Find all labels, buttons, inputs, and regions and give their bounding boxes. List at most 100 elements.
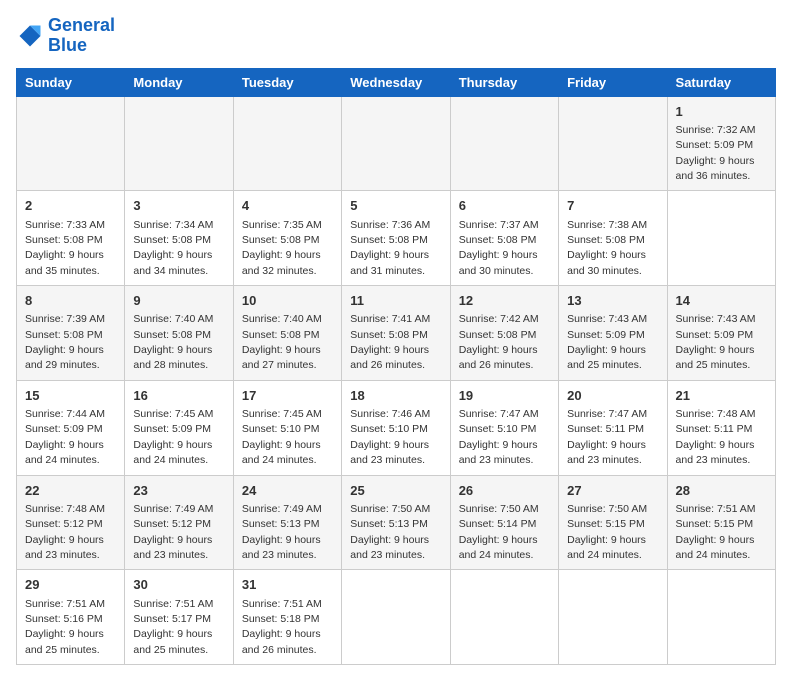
daylight-info: Daylight: 9 hours and 32 minutes. xyxy=(242,249,321,276)
sunrise-info: Sunrise: 7:46 AM xyxy=(350,408,430,420)
sunrise-info: Sunrise: 7:50 AM xyxy=(567,503,647,515)
sunrise-info: Sunrise: 7:44 AM xyxy=(25,408,105,420)
daylight-info: Daylight: 9 hours and 23 minutes. xyxy=(567,439,646,466)
sunset-info: Sunset: 5:08 PM xyxy=(350,329,428,341)
calendar-cell: 4Sunrise: 7:35 AMSunset: 5:08 PMDaylight… xyxy=(233,191,341,286)
daylight-info: Daylight: 9 hours and 24 minutes. xyxy=(25,439,104,466)
calendar-cell: 18 Sunrise: 7:46 AM Sunset: 5:10 PM Dayligh… xyxy=(342,380,450,475)
day-number: 12 xyxy=(459,292,550,310)
daylight-info: Daylight: 9 hours and 24 minutes. xyxy=(459,534,538,561)
daylight-info: Daylight: 9 hours and 25 minutes. xyxy=(25,628,104,655)
calendar-cell: 1Sunrise: 7:32 AMSunset: 5:09 PMDaylight… xyxy=(667,96,775,191)
sunset-info: Sunset: 5:13 PM xyxy=(350,518,428,530)
calendar-cell xyxy=(233,96,341,191)
logo-icon xyxy=(16,22,44,50)
calendar-cell: 19Sunrise: 7:47 AMSunset: 5:10 PMDayligh… xyxy=(450,380,558,475)
sunrise-info: Sunrise: 7:39 AM xyxy=(25,313,105,325)
day-number: 25 xyxy=(350,482,441,500)
sunrise-info: Sunrise: 7:34 AM xyxy=(133,219,213,231)
sunrise-info: Sunrise: 7:51 AM xyxy=(133,598,213,610)
daylight-info: Daylight: 9 hours and 23 minutes. xyxy=(350,439,429,466)
day-number: 15 xyxy=(25,387,116,405)
calendar-cell xyxy=(125,96,233,191)
sunset-info: Sunset: 5:09 PM xyxy=(25,423,103,435)
daylight-info: Daylight: 9 hours and 26 minutes. xyxy=(459,344,538,371)
calendar-table: SundayMondayTuesdayWednesdayThursdayFrid… xyxy=(16,68,776,666)
day-number: 13 xyxy=(567,292,658,310)
sunrise-info: Sunrise: 7:48 AM xyxy=(25,503,105,515)
sunrise-info: Sunrise: 7:48 AM xyxy=(676,408,756,420)
sunrise-info: Sunrise: 7:51 AM xyxy=(676,503,756,515)
sunset-info: Sunset: 5:10 PM xyxy=(350,423,428,435)
sunrise-info: Sunrise: 7:42 AM xyxy=(459,313,539,325)
calendar-cell: 14Sunrise: 7:43 AMSunset: 5:09 PMDayligh… xyxy=(667,286,775,381)
calendar-cell: 9Sunrise: 7:40 AMSunset: 5:08 PMDaylight… xyxy=(125,286,233,381)
sunrise-info: Sunrise: 7:37 AM xyxy=(459,219,539,231)
sunrise-info: Sunrise: 7:51 AM xyxy=(25,598,105,610)
sunrise-info: Sunrise: 7:50 AM xyxy=(459,503,539,515)
calendar-cell xyxy=(17,96,125,191)
daylight-info: Daylight: 9 hours and 36 minutes. xyxy=(676,155,755,182)
day-number: 6 xyxy=(459,197,550,215)
sunrise-info: Sunrise: 7:49 AM xyxy=(133,503,213,515)
day-number: 31 xyxy=(242,576,333,594)
sunset-info: Sunset: 5:08 PM xyxy=(133,329,211,341)
sunset-info: Sunset: 5:08 PM xyxy=(567,234,645,246)
sunrise-info: Sunrise: 7:45 AM xyxy=(242,408,322,420)
day-number: 29 xyxy=(25,576,116,594)
day-number: 23 xyxy=(133,482,224,500)
calendar-cell: 31Sunrise: 7:51 AMSunset: 5:18 PMDayligh… xyxy=(233,570,341,665)
daylight-info: Daylight: 9 hours and 23 minutes. xyxy=(242,534,321,561)
calendar-body: 1Sunrise: 7:32 AMSunset: 5:09 PMDaylight… xyxy=(17,96,776,665)
calendar-cell xyxy=(450,570,558,665)
daylight-info: Daylight: 9 hours and 24 minutes. xyxy=(242,439,321,466)
sunset-info: Sunset: 5:10 PM xyxy=(242,423,320,435)
day-number: 19 xyxy=(459,387,550,405)
sunrise-info: Sunrise: 7:43 AM xyxy=(676,313,756,325)
calendar-cell: 27Sunrise: 7:50 AMSunset: 5:15 PMDayligh… xyxy=(559,475,667,570)
sunrise-info: Sunrise: 7:49 AM xyxy=(242,503,322,515)
sunrise-info: Sunrise: 7:35 AM xyxy=(242,219,322,231)
daylight-info: Daylight: 9 hours and 35 minutes. xyxy=(25,249,104,276)
calendar-week-3: 8Sunrise: 7:39 AMSunset: 5:08 PMDaylight… xyxy=(17,286,776,381)
calendar-week-1: 1Sunrise: 7:32 AMSunset: 5:09 PMDaylight… xyxy=(17,96,776,191)
sunset-info: Sunset: 5:08 PM xyxy=(133,234,211,246)
sunrise-info: Sunrise: 7:33 AM xyxy=(25,219,105,231)
daylight-info: Daylight: 9 hours and 26 minutes. xyxy=(350,344,429,371)
daylight-info: Daylight: 9 hours and 25 minutes. xyxy=(676,344,755,371)
sunset-info: Sunset: 5:09 PM xyxy=(676,329,754,341)
calendar-week-5: 22Sunrise: 7:48 AMSunset: 5:12 PMDayligh… xyxy=(17,475,776,570)
day-number: 21 xyxy=(676,387,767,405)
header-day-friday: Friday xyxy=(559,68,667,96)
calendar-cell: 12 Sunrise: 7:42 AM Sunset: 5:08 PM Dayligh… xyxy=(450,286,558,381)
sunrise-info: Sunrise: 7:43 AM xyxy=(567,313,647,325)
logo: General Blue xyxy=(16,16,115,56)
calendar-cell: 11Sunrise: 7:41 AMSunset: 5:08 PMDayligh… xyxy=(342,286,450,381)
sunrise-info: Sunrise: 7:40 AM xyxy=(133,313,213,325)
day-number: 26 xyxy=(459,482,550,500)
daylight-info: Daylight: 9 hours and 34 minutes. xyxy=(133,249,212,276)
calendar-cell: 5Sunrise: 7:36 AMSunset: 5:08 PMDaylight… xyxy=(342,191,450,286)
sunrise-info: Sunrise: 7:40 AM xyxy=(242,313,322,325)
calendar-week-6: 29Sunrise: 7:51 AMSunset: 5:16 PMDayligh… xyxy=(17,570,776,665)
header-day-thursday: Thursday xyxy=(450,68,558,96)
daylight-info: Daylight: 9 hours and 24 minutes. xyxy=(676,534,755,561)
daylight-info: Daylight: 9 hours and 31 minutes. xyxy=(350,249,429,276)
sunset-info: Sunset: 5:08 PM xyxy=(459,329,537,341)
sunset-info: Sunset: 5:09 PM xyxy=(133,423,211,435)
day-number: 11 xyxy=(350,292,441,310)
calendar-cell xyxy=(667,570,775,665)
calendar-cell: 24Sunrise: 7:49 AMSunset: 5:13 PMDayligh… xyxy=(233,475,341,570)
sunset-info: Sunset: 5:14 PM xyxy=(459,518,537,530)
day-number: 24 xyxy=(242,482,333,500)
daylight-info: Daylight: 9 hours and 30 minutes. xyxy=(459,249,538,276)
calendar-cell: 30Sunrise: 7:51 AMSunset: 5:17 PMDayligh… xyxy=(125,570,233,665)
daylight-info: Daylight: 9 hours and 25 minutes. xyxy=(133,628,212,655)
daylight-info: Daylight: 9 hours and 29 minutes. xyxy=(25,344,104,371)
day-number: 18 xyxy=(350,387,441,405)
sunset-info: Sunset: 5:08 PM xyxy=(25,234,103,246)
day-number: 28 xyxy=(676,482,767,500)
daylight-info: Daylight: 9 hours and 26 minutes. xyxy=(242,628,321,655)
day-number: 20 xyxy=(567,387,658,405)
calendar-header: SundayMondayTuesdayWednesdayThursdayFrid… xyxy=(17,68,776,96)
